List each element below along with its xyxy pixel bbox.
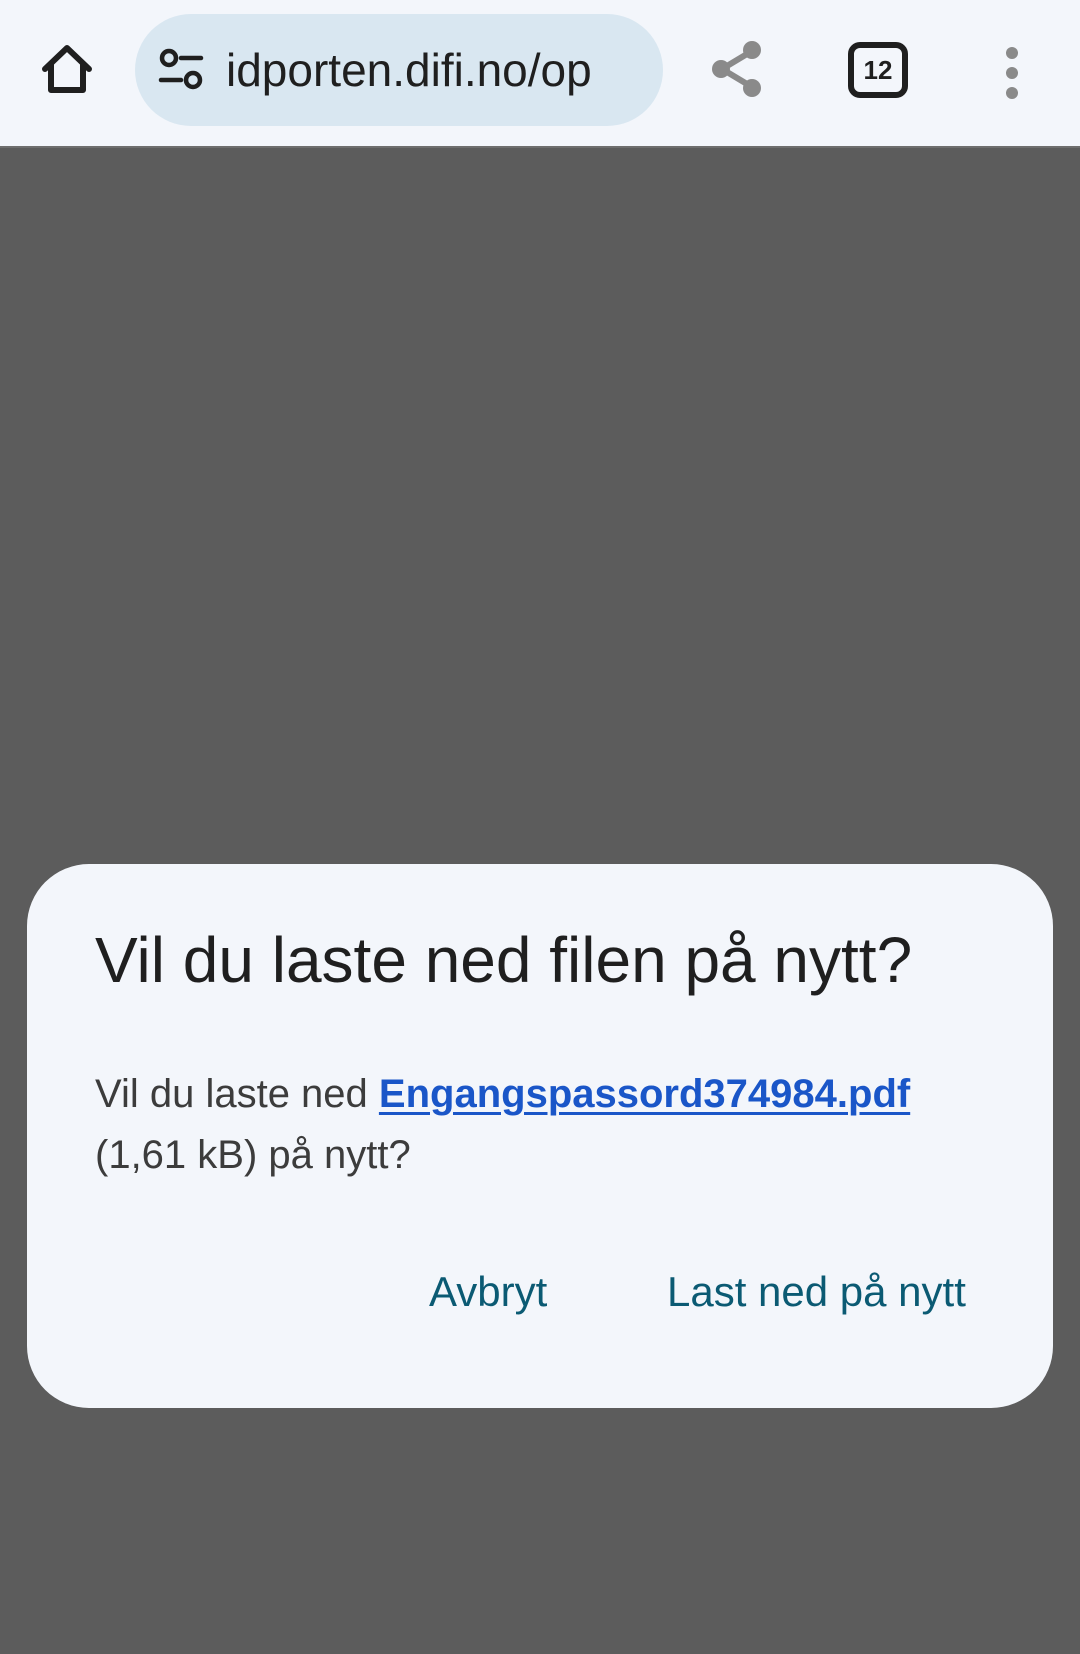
- dialog-message: Vil du laste ned Engangspassord374984.pd…: [95, 1064, 995, 1186]
- browser-toolbar: idporten.difi.no/op 12: [0, 0, 1080, 148]
- redownload-button[interactable]: Last ned på nytt: [667, 1254, 966, 1330]
- share-icon: [712, 41, 761, 97]
- home-button[interactable]: [34, 36, 100, 102]
- file-name-link[interactable]: Engangspassord374984.pdf: [379, 1072, 910, 1116]
- redownload-dialog: Vil du laste ned filen på nytt? Vil du l…: [27, 864, 1053, 1408]
- url-text[interactable]: idporten.difi.no/op: [226, 14, 592, 126]
- cancel-button[interactable]: Avbryt: [429, 1254, 547, 1330]
- more-vert-icon: [1006, 47, 1018, 99]
- tune-icon[interactable]: [157, 46, 209, 94]
- tab-count: 12: [863, 55, 893, 85]
- message-suffix: (1,61 kB) på nytt?: [95, 1133, 411, 1177]
- tabs-icon[interactable]: 12: [848, 42, 908, 98]
- share-button[interactable]: [704, 36, 770, 102]
- menu-button[interactable]: [994, 40, 1030, 106]
- address-bar[interactable]: idporten.difi.no/op: [135, 14, 663, 126]
- dialog-title: Vil du laste ned filen på nytt?: [95, 924, 913, 996]
- message-prefix: Vil du laste ned: [95, 1072, 379, 1116]
- home-icon: [42, 45, 92, 93]
